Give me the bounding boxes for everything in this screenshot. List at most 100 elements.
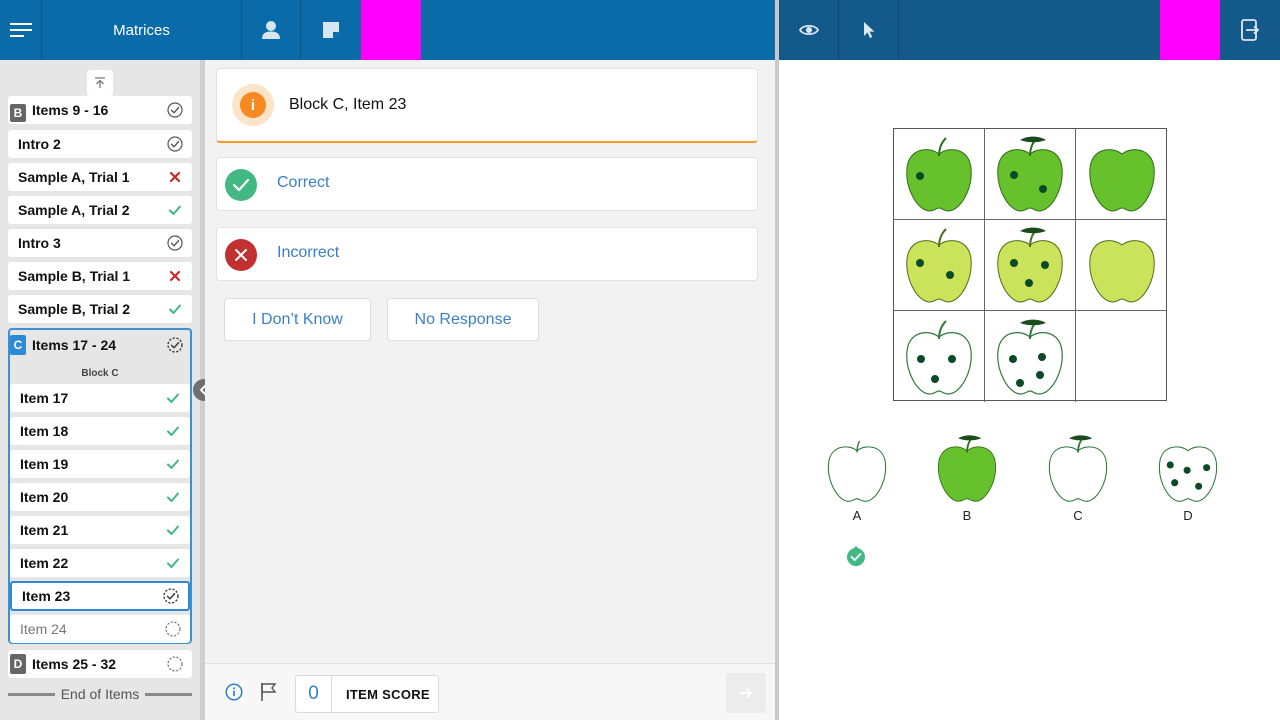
answer-choice-label: D xyxy=(1183,508,1193,523)
sidebar-item-label: Sample B, Trial 2 xyxy=(18,301,131,317)
block-c-header[interactable]: C Items 17 - 24 xyxy=(10,330,190,360)
incorrect-response-option[interactable]: Incorrect xyxy=(216,227,758,281)
info-badge: i xyxy=(232,84,274,126)
correct-response-option[interactable]: Correct xyxy=(216,157,758,211)
info-button[interactable] xyxy=(225,683,243,701)
sidebar-item-20[interactable]: Item 20 xyxy=(10,483,190,511)
sidebar-item-intro-2[interactable]: Intro 2 xyxy=(8,130,192,158)
stimulus-panel: A B C D xyxy=(779,60,1280,720)
sidebar-item-sample-a-trial-1[interactable]: Sample A, Trial 1 xyxy=(8,163,192,191)
preview-button[interactable] xyxy=(779,0,839,60)
selected-answer-check-icon xyxy=(847,546,865,566)
sidebar-item-21[interactable]: Item 21 xyxy=(10,516,190,544)
sidebar-item-17[interactable]: Item 17 xyxy=(10,384,190,412)
not-started-status-icon xyxy=(167,656,183,672)
correct-check-icon xyxy=(165,555,181,571)
dont-know-button[interactable]: I Don’t Know xyxy=(224,298,371,341)
notes-button[interactable] xyxy=(301,0,361,60)
magenta-marker xyxy=(361,0,421,60)
no-response-button[interactable]: No Response xyxy=(387,298,539,341)
in-progress-status-icon xyxy=(167,337,183,353)
exit-button[interactable] xyxy=(1220,0,1280,60)
correct-check-icon xyxy=(165,522,181,538)
sidebar-item-sample-b-trial-1[interactable]: Sample B, Trial 1 xyxy=(8,262,192,290)
sidebar-item-label: Item 22 xyxy=(20,555,69,571)
complete-status-icon xyxy=(167,235,183,251)
correct-check-icon xyxy=(165,390,181,406)
matrix-cell xyxy=(894,129,985,220)
item-score-box: 0 ITEM SCORE xyxy=(295,675,439,713)
block-d-letter: D xyxy=(10,654,26,674)
apple-icon xyxy=(899,228,979,305)
block-b-header[interactable]: B Items 9 - 16 xyxy=(8,96,192,124)
sidebar-item-label: Item 21 xyxy=(20,522,69,538)
item-score-value: 0 xyxy=(296,676,332,712)
block-c-sublabel: Block C xyxy=(81,368,119,379)
next-item-button[interactable] xyxy=(726,673,766,713)
correct-label: Correct xyxy=(277,174,330,191)
flag-button[interactable] xyxy=(260,682,278,702)
in-progress-status-icon xyxy=(163,588,179,604)
stimulus-toolbar xyxy=(779,0,1280,60)
sidebar-item-label: Sample A, Trial 1 xyxy=(18,169,130,185)
answer-choice-label: B xyxy=(962,508,972,523)
sidebar-item-23-current[interactable]: Item 23 xyxy=(10,581,190,611)
matrix-grid xyxy=(893,128,1167,402)
matrix-cell xyxy=(894,311,985,402)
apple-icon xyxy=(817,440,897,504)
matrix-cell xyxy=(894,220,985,311)
sidebar-item-22[interactable]: Item 22 xyxy=(10,549,190,577)
matrix-missing-cell xyxy=(1076,311,1167,402)
examinee-button[interactable] xyxy=(242,0,301,60)
sticky-note-icon xyxy=(323,22,339,38)
not-started-status-icon xyxy=(165,621,181,637)
info-icon: i xyxy=(240,92,266,118)
block-c-letter: C xyxy=(10,335,26,355)
incorrect-circle-icon xyxy=(225,239,257,271)
pointer-button[interactable] xyxy=(839,0,899,60)
block-b-letter: B xyxy=(10,104,26,122)
sidebar-item-sample-b-trial-2[interactable]: Sample B, Trial 2 xyxy=(8,295,192,323)
matrix-cell xyxy=(985,311,1076,402)
sidebar-item-intro-3[interactable]: Intro 3 xyxy=(8,229,192,257)
incorrect-x-icon xyxy=(167,268,183,284)
answer-choice-b[interactable]: B xyxy=(927,433,1007,523)
apple-icon xyxy=(927,435,1007,504)
menu-button[interactable] xyxy=(0,0,42,60)
correct-circle-icon xyxy=(225,169,257,201)
answer-choice-a[interactable]: A xyxy=(817,433,897,523)
block-d-label: Items 25 - 32 xyxy=(32,656,117,672)
sidebar-item-label: Item 23 xyxy=(22,588,71,604)
answer-choice-d[interactable]: D xyxy=(1148,433,1228,523)
end-of-items: End of Items xyxy=(8,686,192,702)
apple-icon xyxy=(1082,134,1162,214)
matrix-cell xyxy=(1076,220,1167,311)
correct-check-icon xyxy=(167,202,183,218)
matrix-cell xyxy=(985,129,1076,220)
sidebar-item-18[interactable]: Item 18 xyxy=(10,417,190,445)
sidebar-item-label: Item 17 xyxy=(20,390,69,406)
bottom-action-bar: 0 ITEM SCORE xyxy=(205,663,775,720)
top-toolbar: Matrices xyxy=(0,0,775,60)
sidebar-item-24[interactable]: Item 24 xyxy=(10,615,190,643)
sidebar-item-sample-a-trial-2[interactable]: Sample A, Trial 2 xyxy=(8,196,192,224)
answer-choice-c[interactable]: C xyxy=(1038,433,1118,523)
complete-status-icon xyxy=(167,102,183,118)
flag-icon xyxy=(261,683,277,701)
info-outline-icon xyxy=(225,683,243,701)
block-c-label: Items 17 - 24 xyxy=(32,337,117,353)
sidebar-item-label: Sample B, Trial 1 xyxy=(18,268,131,284)
complete-status-icon xyxy=(167,136,183,152)
sidebar-item-19[interactable]: Item 19 xyxy=(10,450,190,478)
scroll-to-top-button[interactable] xyxy=(87,70,113,96)
item-score-label: ITEM SCORE xyxy=(346,687,430,702)
apple-icon xyxy=(990,136,1070,214)
magenta-marker-right xyxy=(1160,0,1220,60)
item-title: Block C, Item 23 xyxy=(289,96,407,113)
matrix-cell xyxy=(1076,129,1167,220)
arrow-right-icon xyxy=(740,687,753,699)
block-d-header[interactable]: D Items 25 - 32 xyxy=(8,650,192,678)
apple-icon xyxy=(1148,433,1228,504)
scroll-to-top-icon xyxy=(95,77,105,88)
correct-check-icon xyxy=(165,456,181,472)
